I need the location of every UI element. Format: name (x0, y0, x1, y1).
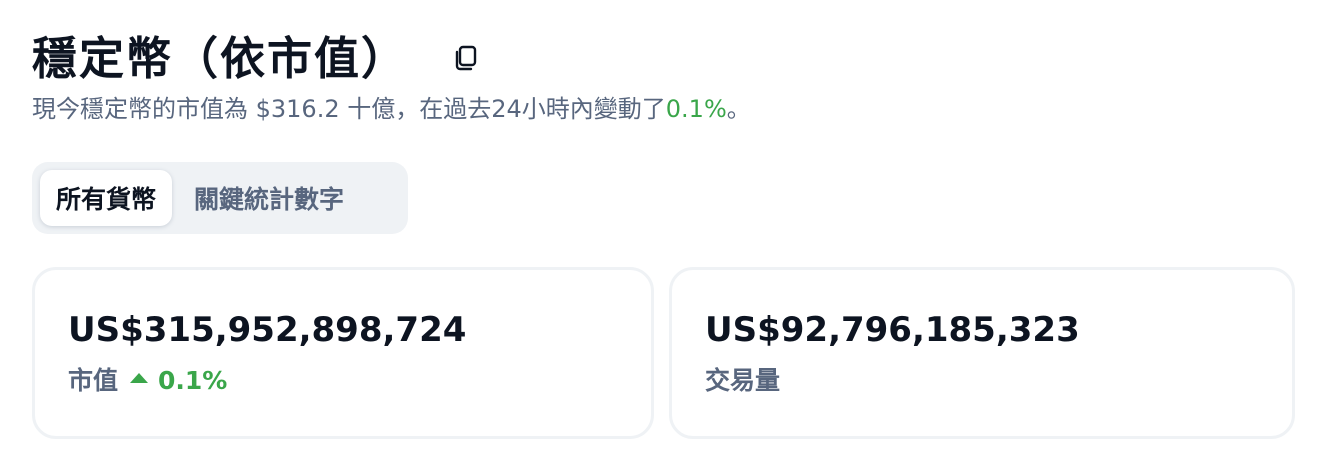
volume-label: 交易量 (705, 366, 781, 395)
volume-value: US$92,796,185,323 (705, 310, 1080, 350)
copy-button[interactable] (450, 44, 480, 74)
subtitle-text: 現今穩定幣的市值為 $316.2 十億，在過去24小時內變動了 (32, 95, 666, 123)
subtitle-suffix: 。 (726, 95, 751, 123)
caret-up-icon (130, 373, 149, 383)
tab-all-coins[interactable]: 所有貨幣 (40, 170, 173, 226)
tab-key-stats[interactable]: 關鍵統計數字 (178, 170, 360, 226)
copy-icon (455, 45, 477, 71)
page-subtitle: 現今穩定幣的市值為 $316.2 十億，在過去24小時內變動了0.1%。 (32, 92, 1310, 126)
tab-bar: 所有貨幣 關鍵統計數字 (32, 162, 408, 234)
volume-meta: 交易量 (705, 364, 1292, 398)
market-cap-label: 市值 (68, 366, 119, 395)
volume-card: US$92,796,185,323 交易量 (669, 267, 1295, 439)
market-cap-change: 0.1% (158, 366, 228, 395)
market-cap-card: US$315,952,898,724 市值 0.1% (32, 267, 654, 439)
page-title: 穩定幣（依市值） (32, 32, 409, 85)
subtitle-change: 0.1% (665, 95, 727, 123)
title-row: 穩定幣（依市值） (32, 28, 1310, 90)
market-cap-meta: 市值 0.1% (68, 364, 651, 398)
market-cap-value: US$315,952,898,724 (68, 310, 467, 350)
page-header: 穩定幣（依市值） 現今穩定幣的市值為 $316.2 十億，在過去24小時內變動了… (32, 28, 1310, 126)
